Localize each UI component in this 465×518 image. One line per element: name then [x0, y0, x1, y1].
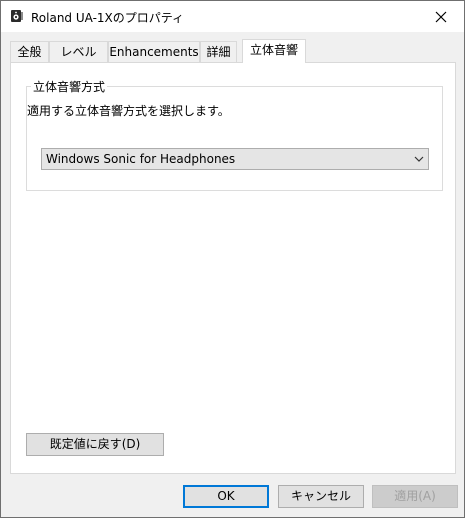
spatial-format-dropdown[interactable]: Windows Sonic for Headphones [41, 148, 429, 170]
properties-dialog: Roland UA-1Xのプロパティ 全般 レベル Enhancements 詳… [0, 0, 465, 518]
cancel-button[interactable]: キャンセル [278, 485, 364, 508]
restore-defaults-button[interactable]: 既定値に戻す(D) [26, 433, 164, 456]
tab-general[interactable]: 全般 [10, 41, 49, 62]
window-title: Roland UA-1Xのプロパティ [31, 11, 185, 25]
group-title: 立体音響方式 [31, 78, 108, 95]
tab-enhancements[interactable]: Enhancements [108, 41, 200, 62]
close-icon [435, 11, 447, 22]
speaker-icon [11, 10, 23, 22]
description-text: 適用する立体音響方式を選択します。 [27, 104, 230, 118]
tab-spatial-sound[interactable]: 立体音響 [242, 39, 306, 63]
apply-button[interactable]: 適用(A) [372, 485, 458, 508]
ok-button[interactable]: OK [183, 485, 269, 508]
tab-levels[interactable]: レベル [49, 41, 108, 62]
dropdown-value: Windows Sonic for Headphones [46, 152, 236, 166]
close-button[interactable] [418, 1, 464, 32]
tab-panel: 立体音響方式 適用する立体音響方式を選択します。 Windows Sonic f… [10, 62, 456, 474]
tab-advanced[interactable]: 詳細 [200, 41, 237, 62]
chevron-down-icon [414, 156, 424, 162]
title-bar[interactable]: Roland UA-1Xのプロパティ [1, 1, 464, 32]
